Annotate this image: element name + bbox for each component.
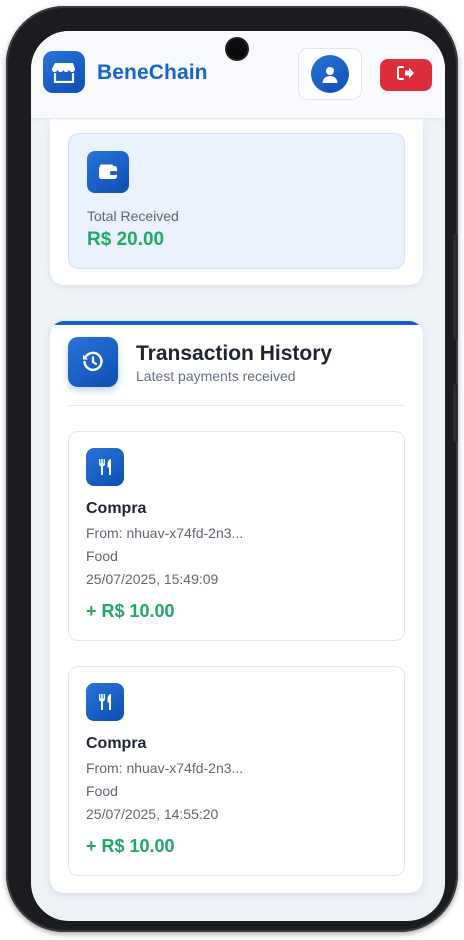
front-camera [227, 39, 247, 59]
total-received-panel: Total Received R$ 20.00 [68, 133, 405, 269]
transaction-category: Food [86, 548, 118, 564]
store-icon[interactable] [43, 51, 85, 93]
transaction-date: 25/07/2025, 14:55:20 [86, 806, 219, 822]
transaction-item[interactable]: Compra From: nhuav-x74fd-2n3... Food 25/… [68, 666, 405, 876]
profile-button[interactable] [298, 48, 362, 100]
logout-icon [397, 65, 415, 85]
utensils-icon [86, 448, 124, 486]
wallet-icon [87, 151, 129, 193]
brand-name: BeneChain [97, 61, 208, 84]
transaction-category: Food [86, 783, 118, 799]
total-received-amount: R$ 20.00 [87, 229, 165, 250]
transaction-amount: + R$ 10.00 [86, 601, 175, 621]
history-icon [68, 337, 118, 387]
transaction-date: 25/07/2025, 15:49:09 [86, 571, 219, 587]
transaction-title: Compra [86, 500, 147, 517]
app-screen: BeneChain Total Received R$ 20.00 Transa… [31, 31, 445, 921]
transaction-history-card: Transaction History Latest payments rece… [50, 321, 423, 893]
card-accent-bar [50, 321, 423, 325]
user-icon [311, 55, 349, 93]
section-subtitle: Latest payments received [136, 368, 296, 384]
transaction-sender: From: nhuav-x74fd-2n3... [86, 525, 244, 541]
total-received-label: Total Received [87, 208, 179, 224]
divider [68, 405, 405, 406]
transaction-title: Compra [86, 735, 147, 752]
utensils-icon [86, 683, 124, 721]
logout-button[interactable] [380, 59, 432, 91]
transaction-amount: + R$ 10.00 [86, 836, 175, 856]
volume-button [453, 234, 458, 340]
section-title: Transaction History [136, 342, 333, 365]
phone-frame: BeneChain Total Received R$ 20.00 Transa… [6, 6, 458, 932]
transaction-item[interactable]: Compra From: nhuav-x74fd-2n3... Food 25/… [68, 431, 405, 641]
power-button [453, 384, 458, 442]
transaction-sender: From: nhuav-x74fd-2n3... [86, 760, 244, 776]
summary-card: Total Received R$ 20.00 [50, 119, 423, 285]
